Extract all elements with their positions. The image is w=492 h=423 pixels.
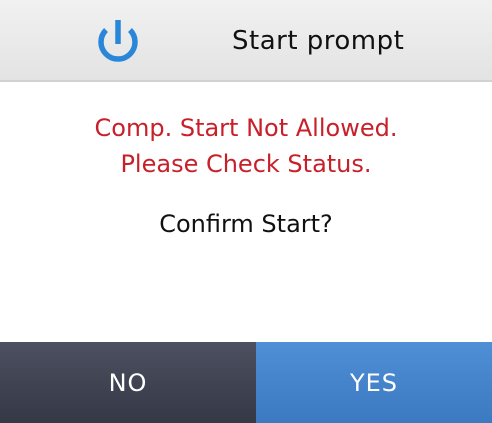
yes-button[interactable]: YES (256, 342, 492, 423)
dialog-title: Start prompt (232, 26, 405, 56)
start-prompt-dialog: Start prompt Comp. Start Not Allowed. Pl… (0, 0, 492, 423)
warning-text-line-1: Comp. Start Not Allowed. (94, 114, 398, 142)
dialog-header: Start prompt (0, 0, 492, 82)
confirm-question: Confirm Start? (159, 210, 333, 238)
no-button[interactable]: NO (0, 342, 256, 423)
power-icon (98, 20, 138, 62)
warning-text-line-2: Please Check Status. (120, 150, 372, 178)
